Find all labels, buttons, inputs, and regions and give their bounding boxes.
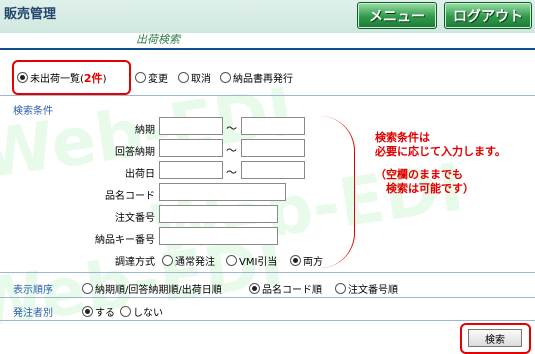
orderer-option-no[interactable]: しない	[120, 304, 163, 319]
orderer-option-yes[interactable]: する	[82, 304, 115, 319]
label-procurement-method: 調達方式	[115, 257, 155, 268]
search-conditions-heading: 検索条件	[13, 106, 53, 117]
ship-date-from[interactable]	[159, 161, 223, 179]
label-delivery-key: 納品キー番号	[95, 235, 155, 246]
delivery-date-from[interactable]	[159, 117, 223, 135]
procurement-option-both[interactable]: 両方	[290, 253, 323, 268]
radio-orderer-no[interactable]	[120, 306, 131, 317]
radio-both[interactable]	[290, 255, 301, 266]
answer-delivery-from[interactable]	[159, 139, 223, 157]
radio-normal-order[interactable]	[162, 255, 173, 266]
display-order-label: 表示順序	[13, 285, 53, 296]
search-button[interactable]: 検索	[468, 329, 522, 347]
radio-pending[interactable]	[17, 72, 28, 83]
range-separator: ～	[226, 166, 237, 179]
radio-cancel[interactable]	[178, 72, 189, 83]
item-code-input[interactable]	[159, 183, 286, 201]
mode-option-cancel[interactable]: 取消	[178, 70, 211, 85]
radio-order-number[interactable]	[335, 283, 346, 294]
conditions-divider	[0, 272, 535, 273]
radio-order-item-code[interactable]	[249, 283, 260, 294]
menu-button[interactable]: メニュー	[357, 2, 437, 29]
ship-date-to[interactable]	[241, 161, 305, 179]
label-order-number: 注文番号	[115, 213, 155, 224]
order-divider	[0, 297, 535, 298]
radio-change[interactable]	[135, 72, 146, 83]
mode-option-reissue[interactable]: 納品書再発行	[220, 70, 293, 85]
radio-order-date[interactable]	[82, 283, 93, 294]
label-delivery-date: 納期	[135, 125, 155, 136]
header-divider	[0, 48, 535, 50]
app-title: 販売管理	[4, 7, 57, 22]
mode-divider	[0, 95, 535, 96]
order-option-item-code[interactable]: 品名コード順	[249, 281, 322, 296]
orderer-label: 発注者別	[13, 308, 53, 319]
radio-orderer-yes[interactable]	[82, 306, 93, 317]
label-answer-delivery-date: 回答納期	[115, 147, 155, 158]
range-separator: ～	[226, 122, 237, 135]
radio-reissue[interactable]	[220, 72, 231, 83]
order-option-date[interactable]: 納期順/回答納期順/出荷日順	[82, 281, 222, 296]
order-number-input[interactable]	[159, 205, 278, 223]
page-subtitle: 出荷検索	[136, 33, 180, 46]
annotation-brace	[320, 116, 355, 268]
label-item-code: 品名コード	[105, 191, 155, 202]
annotation-note: 検索条件は 必要に応じて入力します。 （空欄のままでも 検索は可能です）	[375, 131, 506, 195]
bottom-divider	[0, 320, 535, 321]
delivery-key-input[interactable]	[159, 227, 278, 245]
delivery-date-to[interactable]	[241, 117, 305, 135]
logout-button[interactable]: ログアウト	[444, 2, 532, 29]
mode-option-change[interactable]: 変更	[135, 70, 168, 85]
pending-count: 2件	[83, 72, 103, 85]
answer-delivery-to[interactable]	[241, 139, 305, 157]
order-option-order-number[interactable]: 注文番号順	[335, 281, 398, 296]
mode-option-pending[interactable]: 未出荷一覧(2件)	[17, 70, 106, 86]
procurement-option-normal[interactable]: 通常発注	[162, 253, 215, 268]
procurement-option-vmi[interactable]: VMI引当	[226, 253, 277, 268]
radio-vmi[interactable]	[226, 255, 237, 266]
range-separator: ～	[226, 144, 237, 157]
label-ship-date: 出荷日	[125, 169, 155, 180]
